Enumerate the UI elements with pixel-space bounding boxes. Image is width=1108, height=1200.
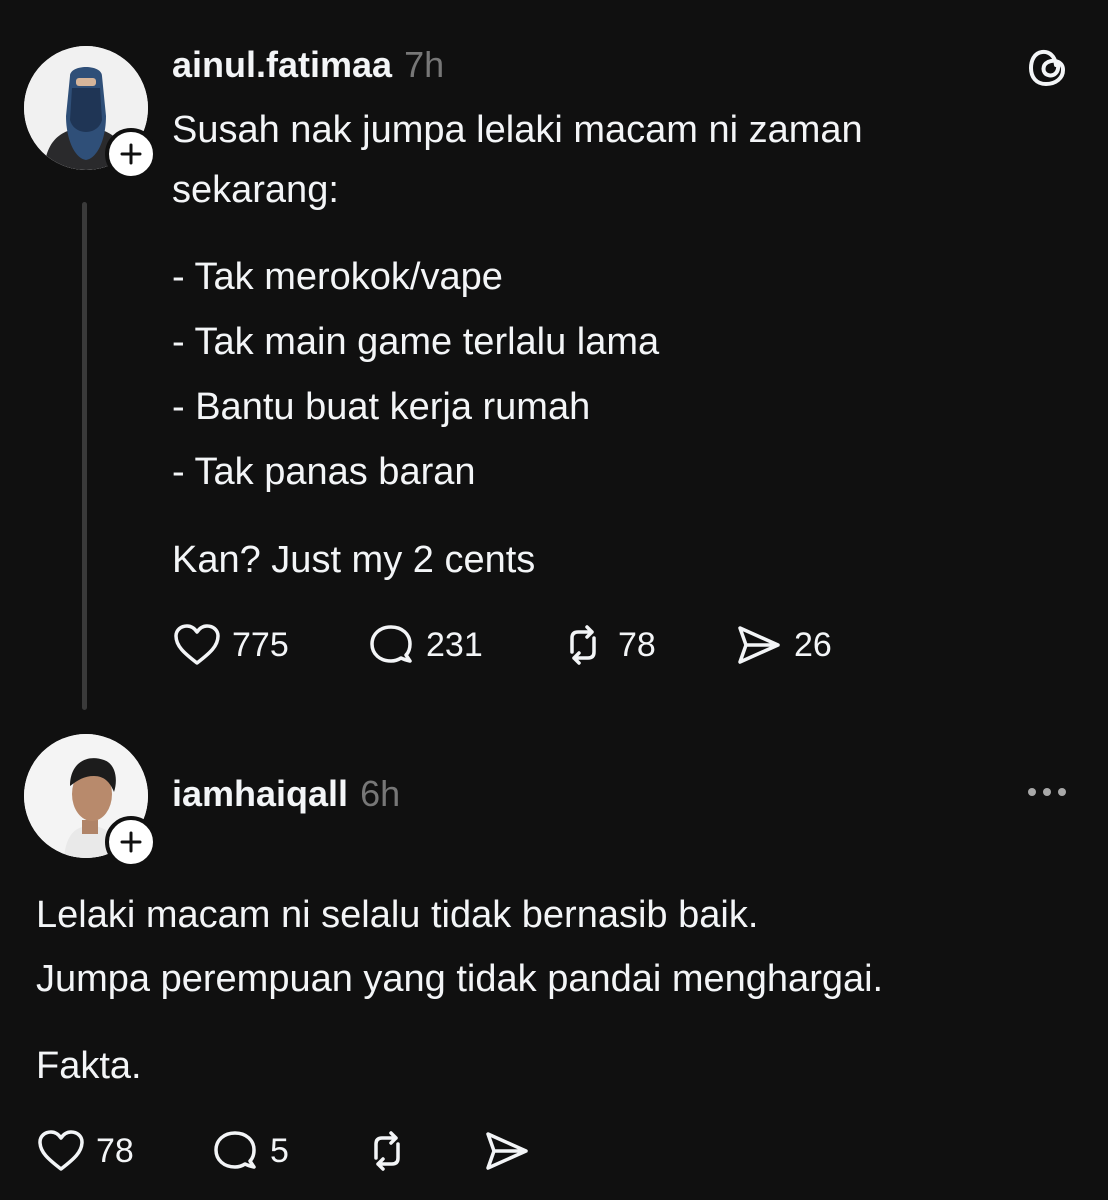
list-item: - Tak main game terlalu lama [172,321,660,363]
reply-line: Lelaki macam ni selalu tidak bernasib ba… [36,894,759,936]
reply-count: 231 [426,625,483,664]
plus-icon [120,143,142,165]
send-icon [486,1132,528,1170]
repost-count: 78 [618,625,656,664]
dot [1043,788,1051,796]
comment-icon [370,625,412,663]
list-item: - Tak panas baran [172,451,476,493]
heart-icon [174,624,220,665]
repost-icon [570,625,596,665]
timestamp: 6h [360,773,401,814]
post-line: Susah nak jumpa lelaki macam ni zaman [172,109,863,151]
reply-closing: Fakta. [36,1045,142,1087]
dot [1028,788,1036,796]
heart-icon [38,1130,84,1171]
like-button[interactable]: 78 [36,1126,134,1176]
comment-icon [214,1131,256,1169]
follow-button[interactable] [105,128,157,180]
reply-button[interactable]: 5 [210,1126,289,1176]
send-icon [738,626,780,664]
like-button[interactable]: 775 [172,620,289,670]
share-button[interactable]: 26 [734,620,832,670]
plus-icon [120,831,142,853]
like-count: 78 [96,1131,134,1170]
thread-line [82,202,87,710]
username[interactable]: iamhaiqall [172,773,348,814]
more-icon[interactable] [1028,788,1066,796]
list-item: - Tak merokok/vape [172,256,503,298]
reply-line: Jumpa perempuan yang tidak pandai mengha… [36,958,884,1000]
reply-header: iamhaiqall 6h [172,773,400,815]
list-item: - Bantu buat kerja rumah [172,386,591,428]
reply-count: 5 [270,1131,289,1170]
share-count: 26 [794,625,832,664]
reply-button[interactable]: 231 [366,620,483,670]
timestamp: 7h [404,44,445,85]
reply-body: Lelaki macam ni selalu tidak bernasib ba… [36,883,883,1011]
repost-icon [374,1131,400,1171]
post-body: Susah nak jumpa lelaki macam ni zaman se… [172,100,863,220]
dot [1058,788,1066,796]
post-header: ainul.fatimaa 7h [172,44,444,86]
post-line: sekarang: [172,169,339,211]
share-button[interactable] [482,1126,532,1176]
threads-logo-icon[interactable] [1026,45,1070,94]
post-list: - Tak merokok/vape - Tak main game terla… [172,245,659,505]
repost-button[interactable] [362,1126,412,1176]
username[interactable]: ainul.fatimaa [172,44,392,85]
like-count: 775 [232,625,289,664]
post-closing: Kan? Just my 2 cents [172,539,536,581]
repost-button[interactable]: 78 [558,620,656,670]
follow-button[interactable] [105,816,157,868]
